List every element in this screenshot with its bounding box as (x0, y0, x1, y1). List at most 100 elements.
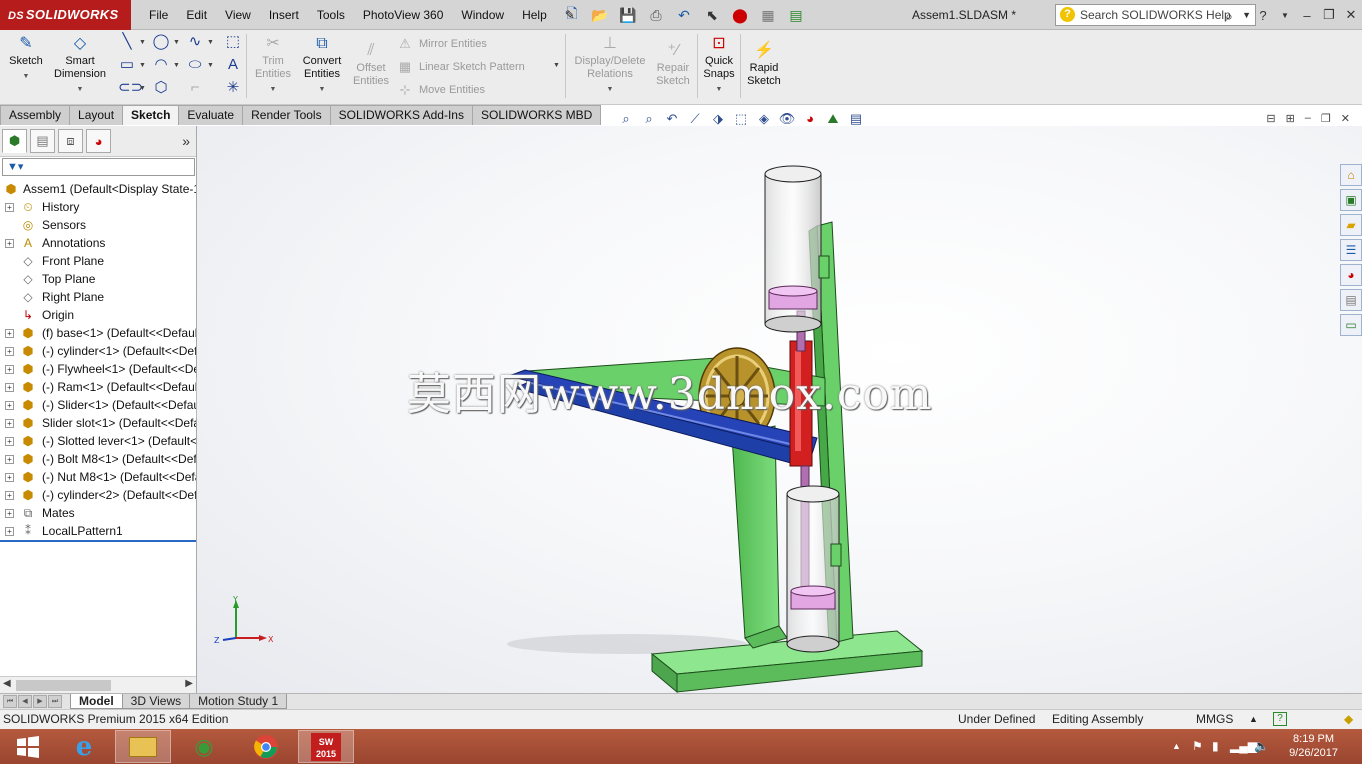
help-dropdown-icon[interactable]: ▼ (1274, 11, 1296, 20)
move-entities-button[interactable]: ⊹ Move Entities (397, 82, 485, 98)
tab-motion-study[interactable]: Motion Study 1 (189, 694, 288, 709)
line-icon[interactable]: ╲ (118, 33, 136, 51)
slot-icon[interactable]: ⊂⊃ (118, 79, 143, 97)
display-grid-icon[interactable]: ⬚ (224, 33, 242, 51)
feature-tree-tab-icon[interactable]: ⬢ (2, 129, 27, 153)
arc-icon[interactable]: ◠ (152, 56, 170, 74)
display-delete-relations-button[interactable]: ⊥ Display/Delete Relations ▼ (570, 35, 650, 96)
clock[interactable]: 8:19 PM 9/26/2017 (1289, 732, 1338, 760)
file-properties-icon[interactable]: ▦ (756, 5, 780, 25)
section-view-icon[interactable]: ⟋ (686, 110, 704, 128)
minimize-icon[interactable]: – (1296, 8, 1318, 23)
offset-entities-button[interactable]: ⫽ Offset Entities (350, 42, 392, 88)
linear-sketch-pattern-button[interactable]: ▦ Linear Sketch Pattern (397, 59, 525, 75)
expand-panel-icon[interactable]: » (182, 133, 190, 149)
menu-tools[interactable]: Tools (308, 0, 354, 30)
tree-item[interactable]: + ⬢ (-) Ram<1> (Default<<Default>_Display … (0, 378, 196, 396)
solidworks-taskbar-icon[interactable]: SW 2015 (298, 730, 354, 763)
tree-item[interactable]: + ⬢ (-) Nut M8<1> (Default<<Default>_Displ… (0, 468, 196, 486)
tab-sketch[interactable]: Sketch (122, 105, 180, 125)
split-view-icon[interactable]: ⊟ (1266, 112, 1275, 125)
chevron-down-icon[interactable]: ▼ (139, 39, 146, 46)
graphics-viewport[interactable]: 莫西网www.3dmox.com Y X Z ⌂ ▣ ▰ ☰ ◕ ▤ ▭ (197, 126, 1362, 693)
lower-cylinder[interactable] (786, 485, 840, 653)
chevron-down-icon[interactable]: ▼ (570, 83, 650, 96)
expand-toggle-icon[interactable]: + (5, 239, 14, 248)
options-icon[interactable]: ▤ (784, 5, 808, 25)
dynamic-annotation-icon[interactable]: ⬗ (709, 110, 727, 128)
tree-item[interactable]: + ⧉ Mates (0, 504, 196, 522)
tab-mbd[interactable]: SOLIDWORKS MBD (471, 105, 602, 125)
tab-addins[interactable]: SOLIDWORKS Add-Ins (329, 105, 473, 125)
expand-toggle-icon[interactable]: + (5, 365, 14, 374)
rebuild-traffic-light-icon[interactable]: ⬤ (728, 5, 752, 25)
custom-properties-icon[interactable]: ▤ (1340, 289, 1362, 311)
menu-help[interactable]: Help (513, 0, 556, 30)
tree-item[interactable]: ◇ Front Plane (0, 252, 196, 270)
file-explorer-taskbar-icon[interactable] (115, 730, 171, 763)
expand-toggle-icon[interactable]: + (5, 437, 14, 446)
repair-sketch-button[interactable]: ⁺∕ Repair Sketch (652, 42, 694, 88)
view-palette-icon[interactable]: ☰ (1340, 239, 1362, 261)
menu-view[interactable]: View (216, 0, 260, 30)
chrome-icon[interactable] (238, 730, 294, 763)
chevron-down-icon[interactable]: ▼ (207, 39, 214, 46)
chevron-down-icon[interactable]: ▼ (139, 85, 146, 92)
show-hidden-icons[interactable]: ▲ (1172, 741, 1181, 751)
expand-toggle-icon[interactable]: + (5, 383, 14, 392)
feature-filter-input[interactable]: ▼▾ (2, 158, 195, 176)
design-library-icon[interactable]: ▣ (1340, 189, 1362, 211)
tree-item[interactable]: + ⬢ (-) Bolt M8<1> (Default<<Default>_Disp… (0, 450, 196, 468)
trim-entities-button[interactable]: ✂ Trim Entities ▼ (252, 35, 294, 96)
tree-item[interactable]: + ⬢ (-) Slider<1> (Default<<Default>_Displ… (0, 396, 196, 414)
undo-icon[interactable]: ↶ (672, 5, 696, 25)
tab-3d-views[interactable]: 3D Views (121, 694, 191, 709)
text-icon[interactable]: A (224, 56, 242, 74)
tab-render-tools[interactable]: Render Tools (242, 105, 331, 125)
tree-item[interactable]: + ⬢ (f) base<1> (Default<<Default>_Display… (0, 324, 196, 342)
tree-item[interactable]: + ⬢ (-) cylinder<2> (Default<<Default>_Dis… (0, 486, 196, 504)
tree-item[interactable]: + ⏲ History (0, 198, 196, 216)
flag-icon[interactable]: ⚑ (1192, 739, 1203, 753)
tab-assembly[interactable]: Assembly (0, 105, 71, 125)
help-icon[interactable]: ? (1252, 8, 1274, 23)
rebuild-status-icon[interactable]: ◆ (1344, 710, 1353, 729)
zoom-to-fit-icon[interactable]: ⌕ (617, 110, 635, 128)
upper-cylinder[interactable] (764, 165, 822, 333)
tree-root-assembly[interactable]: ⬢ Assem1 (Default<Display State-1>) (0, 180, 196, 198)
home-icon[interactable]: ⌂ (1340, 164, 1362, 186)
chevron-down-icon[interactable]: ▼ (252, 83, 294, 96)
tree-item[interactable]: ↳ Origin (0, 306, 196, 324)
spline-icon[interactable]: ∿ (186, 33, 204, 51)
expand-toggle-icon[interactable]: + (5, 509, 14, 518)
tree-item[interactable]: + ⬢ (-) Slotted lever<1> (Default<<Default… (0, 432, 196, 450)
restore-icon[interactable]: ❐ (1318, 7, 1340, 23)
tree-item[interactable]: + ⬢ (-) cylinder<1> (Default<<Default>_Dis… (0, 342, 196, 360)
previous-view-icon[interactable]: ↶ (663, 110, 681, 128)
fillet-icon[interactable]: ⌐ (186, 79, 204, 97)
tab-model[interactable]: Model (70, 694, 123, 709)
forum-icon[interactable]: ▭ (1340, 314, 1362, 336)
rectangle-icon[interactable]: ▭ (118, 56, 136, 74)
search-help-input[interactable]: ? Search SOLIDWORKS Help ⌕ ▼ (1055, 4, 1256, 26)
scroll-right-icon[interactable]: ▶ (185, 678, 193, 689)
units-selector[interactable]: MMGS (1196, 710, 1233, 729)
horizontal-scrollbar[interactable]: ◀ ▶ (0, 676, 196, 693)
ellipse-icon[interactable]: ⬭ (186, 56, 204, 74)
print-icon[interactable]: ⎙ (644, 5, 668, 25)
prev-tab-icon[interactable]: ◀ (18, 695, 32, 708)
new-document-icon[interactable]: 🗋 (560, 5, 584, 25)
network-icon[interactable]: ▂▄▆ (1230, 739, 1257, 753)
configuration-tab-icon[interactable]: ⧈ (58, 129, 83, 153)
zoom-to-area-icon[interactable]: ⌕ (640, 110, 658, 128)
menu-edit[interactable]: Edit (177, 0, 216, 30)
polygon-icon[interactable]: ⬡ (152, 79, 170, 97)
tree-item[interactable]: ◇ Top Plane (0, 270, 196, 288)
internet-explorer-icon[interactable]: e (56, 730, 112, 763)
smart-dimension-button[interactable]: ◇ Smart Dimension ▼ (50, 35, 110, 96)
viewport-close-icon[interactable]: ✕ (1341, 112, 1350, 125)
chevron-down-icon[interactable]: ▼ (139, 62, 146, 69)
sketch-button[interactable]: ✎ Sketch ▼ (6, 35, 46, 83)
chevron-down-icon[interactable]: ▼ (50, 83, 110, 96)
expand-toggle-icon[interactable]: + (5, 347, 14, 356)
